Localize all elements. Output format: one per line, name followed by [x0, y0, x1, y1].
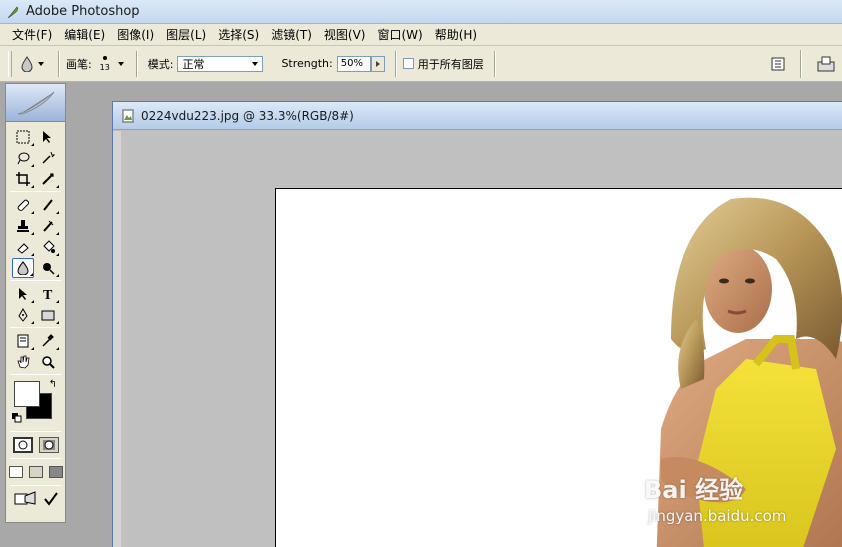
pen-tool-icon[interactable] [12, 305, 34, 325]
palette-well-icon[interactable] [770, 56, 786, 72]
eraser-tool-icon[interactable] [12, 237, 34, 257]
swap-colors-icon[interactable]: ↰ [49, 379, 57, 390]
toolbox: T ↰ [5, 83, 66, 523]
checkmark-icon[interactable] [43, 491, 59, 507]
document-icon [122, 109, 134, 122]
feather-icon [7, 6, 19, 18]
hand-tool-icon[interactable] [12, 352, 34, 372]
standard-mode-button[interactable] [12, 437, 33, 453]
brush-dropdown-icon[interactable] [117, 61, 124, 66]
watermark-brand: Bai 经验 [644, 476, 744, 504]
menu-edit[interactable]: 编辑(E) [58, 25, 111, 45]
menu-help[interactable]: 帮助(H) [429, 25, 483, 45]
strength-slider-button[interactable] [370, 55, 385, 72]
move-tool-icon[interactable] [37, 127, 59, 147]
blur-tool-icon[interactable] [11, 257, 34, 278]
strength-input[interactable]: 50% [336, 55, 371, 72]
chevron-right-icon [375, 60, 380, 67]
slice-tool-icon[interactable] [37, 169, 60, 189]
canvas-edge [113, 131, 121, 547]
default-colors-icon[interactable] [12, 413, 22, 423]
color-swatches: ↰ [12, 379, 59, 427]
foreground-color-swatch[interactable] [14, 381, 40, 407]
quick-mask-mode-button[interactable] [38, 437, 59, 453]
brush-tip-icon [102, 55, 107, 60]
menu-image[interactable]: 图像(I) [111, 25, 160, 45]
lasso-tool-icon[interactable] [12, 148, 34, 168]
standard-screen-mode-icon[interactable] [8, 466, 23, 478]
feather-logo-icon [17, 91, 54, 114]
tool-preset-picker[interactable] [12, 55, 52, 72]
separator [58, 50, 60, 77]
brush-tool-icon[interactable] [37, 195, 60, 215]
brush-size: 13 [99, 62, 110, 72]
toolbox-header[interactable] [6, 84, 65, 122]
eyedropper-tool-icon[interactable] [37, 331, 60, 351]
app-title: Adobe Photoshop [26, 4, 140, 19]
options-right-icons [770, 50, 836, 78]
history-brush-tool-icon[interactable] [37, 216, 60, 236]
menu-layer[interactable]: 图层(L) [160, 25, 212, 45]
all-layers-checkbox[interactable] [402, 58, 414, 69]
strength-label: Strength: [281, 57, 333, 70]
image-canvas[interactable] [275, 188, 842, 547]
separator [800, 50, 802, 78]
crop-tool-icon[interactable] [12, 169, 34, 189]
title-bar: Adobe Photoshop [0, 0, 842, 24]
dodge-tool-icon[interactable] [37, 258, 60, 278]
mode-select[interactable]: 正常 [177, 55, 264, 72]
magic-wand-tool-icon[interactable] [37, 148, 59, 168]
healing-brush-tool-icon[interactable] [12, 195, 34, 215]
menu-file[interactable]: 文件(F) [6, 25, 58, 45]
menu-window[interactable]: 窗口(W) [371, 25, 428, 45]
menu-view[interactable]: 视图(V) [318, 25, 372, 45]
mode-label: 模式: [147, 57, 174, 71]
blur-drop-icon [21, 55, 33, 72]
menu-filter[interactable]: 滤镜(T) [265, 25, 318, 45]
path-selection-tool-icon[interactable] [12, 284, 34, 304]
jump-to-imageready-icon[interactable] [13, 490, 37, 508]
options-bar: 画笔: 13 模式: 正常 Strength: 50% 用于所有图层 [0, 46, 842, 82]
document-title: 0224vdu223.jpg @ 33.3%(RGB/8#) [141, 108, 354, 123]
mode-value: 正常 [182, 57, 205, 71]
menu-select[interactable]: 选择(S) [212, 25, 265, 45]
full-screen-menu-mode-icon[interactable] [28, 466, 43, 478]
watermark-url: jingyan.baidu.com [648, 507, 787, 525]
chevron-down-icon [38, 61, 44, 66]
type-tool-icon[interactable]: T [37, 284, 60, 304]
separator [135, 50, 138, 77]
separator [493, 50, 496, 77]
document-title-bar[interactable]: 0224vdu223.jpg @ 33.3%(RGB/8#) [113, 102, 842, 130]
chevron-down-icon [252, 61, 259, 66]
menu-bar: 文件(F) 编辑(E) 图像(I) 图层(L) 选择(S) 滤镜(T) 视图(V… [0, 24, 842, 46]
brush-picker[interactable]: 13 [92, 55, 118, 72]
clone-stamp-tool-icon[interactable] [12, 216, 34, 236]
notes-tool-icon[interactable] [12, 331, 34, 351]
all-layers-label: 用于所有图层 [417, 57, 484, 71]
marquee-tool-icon[interactable] [12, 127, 34, 147]
paint-bucket-tool-icon[interactable] [37, 237, 60, 257]
svg-text:T: T [43, 288, 53, 301]
watermark: Bai 经验 [644, 470, 743, 505]
brush-label: 画笔: [66, 57, 92, 71]
full-screen-mode-icon[interactable] [48, 466, 63, 478]
photo-woman-image [656, 197, 842, 547]
file-browser-icon[interactable] [816, 54, 836, 74]
zoom-tool-icon[interactable] [37, 352, 59, 372]
separator [394, 50, 397, 77]
shape-tool-icon[interactable] [37, 305, 60, 325]
